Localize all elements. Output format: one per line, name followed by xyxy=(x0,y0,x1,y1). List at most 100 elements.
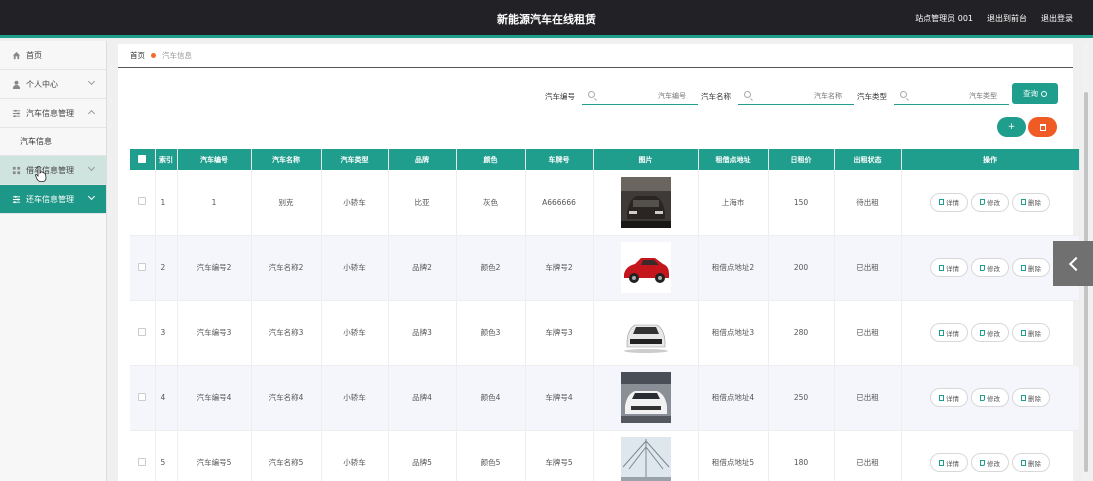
edit-button[interactable]: 修改 xyxy=(971,258,1009,277)
table-header-row: 索引 汽车编号 汽车名称 汽车类型 品牌 颜色 车牌号 图片 租借点地址 日租价… xyxy=(130,149,1080,170)
row-checkbox[interactable] xyxy=(138,262,147,271)
breadcrumb-home[interactable]: 首页 xyxy=(130,50,145,61)
search-car-type: 汽车类型 xyxy=(857,87,1009,105)
edit-label: 修改 xyxy=(987,329,1000,338)
sliders-icon xyxy=(11,108,21,118)
row-checkbox[interactable] xyxy=(138,327,147,336)
hand-cursor-icon xyxy=(35,166,47,182)
cell-color: 颜色3 xyxy=(456,300,526,366)
to-front-link[interactable]: 退出到前台 xyxy=(987,13,1027,24)
cell-plate: 车牌号2 xyxy=(525,235,594,301)
column-header: 车牌号 xyxy=(525,149,594,170)
cell-type: 小轿车 xyxy=(321,170,389,236)
detail-button[interactable]: 详情 xyxy=(930,258,968,277)
cell-type: 小轿车 xyxy=(321,365,389,431)
car-type-input[interactable] xyxy=(894,87,1009,104)
sidebar-item-label: 首页 xyxy=(26,50,42,60)
cell-plate: 车牌号3 xyxy=(525,300,594,366)
delete-label: 删除 xyxy=(1028,199,1041,208)
document-icon xyxy=(939,394,944,401)
cell-brand: 品牌5 xyxy=(388,430,457,481)
query-button[interactable]: 查询 xyxy=(1012,83,1058,104)
delete-button[interactable]: 删除 xyxy=(1012,258,1050,277)
cell-price: 180 xyxy=(768,430,835,481)
edit-icon xyxy=(980,459,985,466)
car-photo xyxy=(620,242,671,293)
delete-button[interactable]: 删除 xyxy=(1012,323,1050,342)
detail-button[interactable]: 详情 xyxy=(930,453,968,472)
select-all-checkbox[interactable] xyxy=(138,154,147,163)
select-all-header xyxy=(130,149,156,170)
delete-button[interactable]: 删除 xyxy=(1012,192,1050,212)
sidebar-item-label: 还车信息管理 xyxy=(26,194,74,204)
cell-price: 150 xyxy=(768,170,835,236)
cell-index: 4 xyxy=(155,365,178,431)
column-header: 日租价 xyxy=(768,149,835,170)
car-name-input[interactable] xyxy=(738,87,854,104)
trash-icon xyxy=(1021,329,1026,336)
sidebar-item-label: 借车信息管理 xyxy=(26,165,74,175)
column-header: 颜色 xyxy=(456,149,526,170)
cell-address: 租借点地址5 xyxy=(698,430,769,481)
detail-button[interactable]: 详情 xyxy=(930,323,968,342)
sidebar-item-return-manage[interactable]: 还车信息管理 xyxy=(0,185,106,214)
row-checkbox[interactable] xyxy=(138,392,147,401)
sidebar-item-profile[interactable]: 个人中心 xyxy=(0,70,106,99)
document-icon xyxy=(939,199,944,206)
cell-brand: 品牌2 xyxy=(388,235,457,301)
cell-address: 租借点地址3 xyxy=(698,300,769,366)
car-code-input[interactable] xyxy=(582,87,698,104)
chevron-down-icon xyxy=(87,192,96,201)
edit-button[interactable]: 修改 xyxy=(971,453,1009,472)
cell-type: 小轿车 xyxy=(321,300,389,366)
delete-button[interactable]: 删除 xyxy=(1012,453,1050,472)
cell-address: 上海市 xyxy=(698,170,769,236)
search-car-name: 汽车名称 xyxy=(701,87,854,105)
cell-plate: A666666 xyxy=(525,170,594,236)
row-checkbox[interactable] xyxy=(138,197,147,206)
breadcrumb-separator-icon xyxy=(151,53,156,58)
delete-label: 删除 xyxy=(1028,394,1041,403)
edit-icon xyxy=(980,329,985,336)
collapse-panel-button[interactable] xyxy=(1053,241,1093,286)
batch-delete-button[interactable] xyxy=(1028,117,1057,137)
delete-label: 删除 xyxy=(1028,329,1041,338)
row-checkbox[interactable] xyxy=(138,457,147,466)
edit-icon xyxy=(980,394,985,401)
edit-button[interactable]: 修改 xyxy=(971,323,1009,342)
logout-link[interactable]: 退出登录 xyxy=(1041,13,1073,24)
detail-button[interactable]: 详情 xyxy=(930,388,968,407)
sidebar-item-borrow-manage[interactable]: 借车信息管理 xyxy=(0,156,106,185)
car-photo xyxy=(620,372,671,423)
column-header: 图片 xyxy=(593,149,699,170)
cell-brand: 品牌4 xyxy=(388,365,457,431)
cell-name: 汽车名称3 xyxy=(251,300,322,366)
cell-code: 汽车编号5 xyxy=(177,430,252,481)
edit-button[interactable]: 修改 xyxy=(971,192,1009,212)
delete-button[interactable]: 删除 xyxy=(1012,388,1050,407)
add-button[interactable]: + xyxy=(997,117,1026,137)
column-header: 操作 xyxy=(901,149,1080,170)
sliders-icon xyxy=(11,194,21,204)
edit-label: 修改 xyxy=(987,459,1000,468)
cell-index: 2 xyxy=(155,235,178,301)
sidebar-subitem-car-info[interactable]: 汽车信息 xyxy=(0,128,106,156)
current-user: 站点管理员 001 xyxy=(915,14,973,23)
cell-color: 颜色5 xyxy=(456,430,526,481)
sidebar-item-home[interactable]: 首页 xyxy=(0,41,106,70)
detail-button[interactable]: 详情 xyxy=(930,192,968,212)
cell-type: 小轿车 xyxy=(321,235,389,301)
cell-price: 250 xyxy=(768,365,835,431)
sidebar-item-label: 个人中心 xyxy=(26,79,58,89)
car-table: 索引 汽车编号 汽车名称 汽车类型 品牌 颜色 车牌号 图片 租借点地址 日租价… xyxy=(130,149,1080,481)
search-label: 汽车名称 xyxy=(701,91,731,101)
column-header: 索引 xyxy=(155,149,178,170)
chevron-left-icon xyxy=(1068,256,1083,271)
query-button-label: 查询 xyxy=(1023,89,1038,98)
sidebar-item-car-info-manage[interactable]: 汽车信息管理 xyxy=(0,99,106,128)
edit-button[interactable]: 修改 xyxy=(971,388,1009,407)
sidebar: 首页 个人中心 汽车信息管理 汽车信息 借车信息管理 还车信息管理 xyxy=(0,41,107,481)
table-row: 4 汽车编号4 汽车名称4 小轿车 品牌4 颜色4 车牌号4 租借点地址4 25… xyxy=(130,365,1080,431)
cell-address: 租借点地址4 xyxy=(698,365,769,431)
breadcrumb-current: 汽车信息 xyxy=(162,51,192,60)
